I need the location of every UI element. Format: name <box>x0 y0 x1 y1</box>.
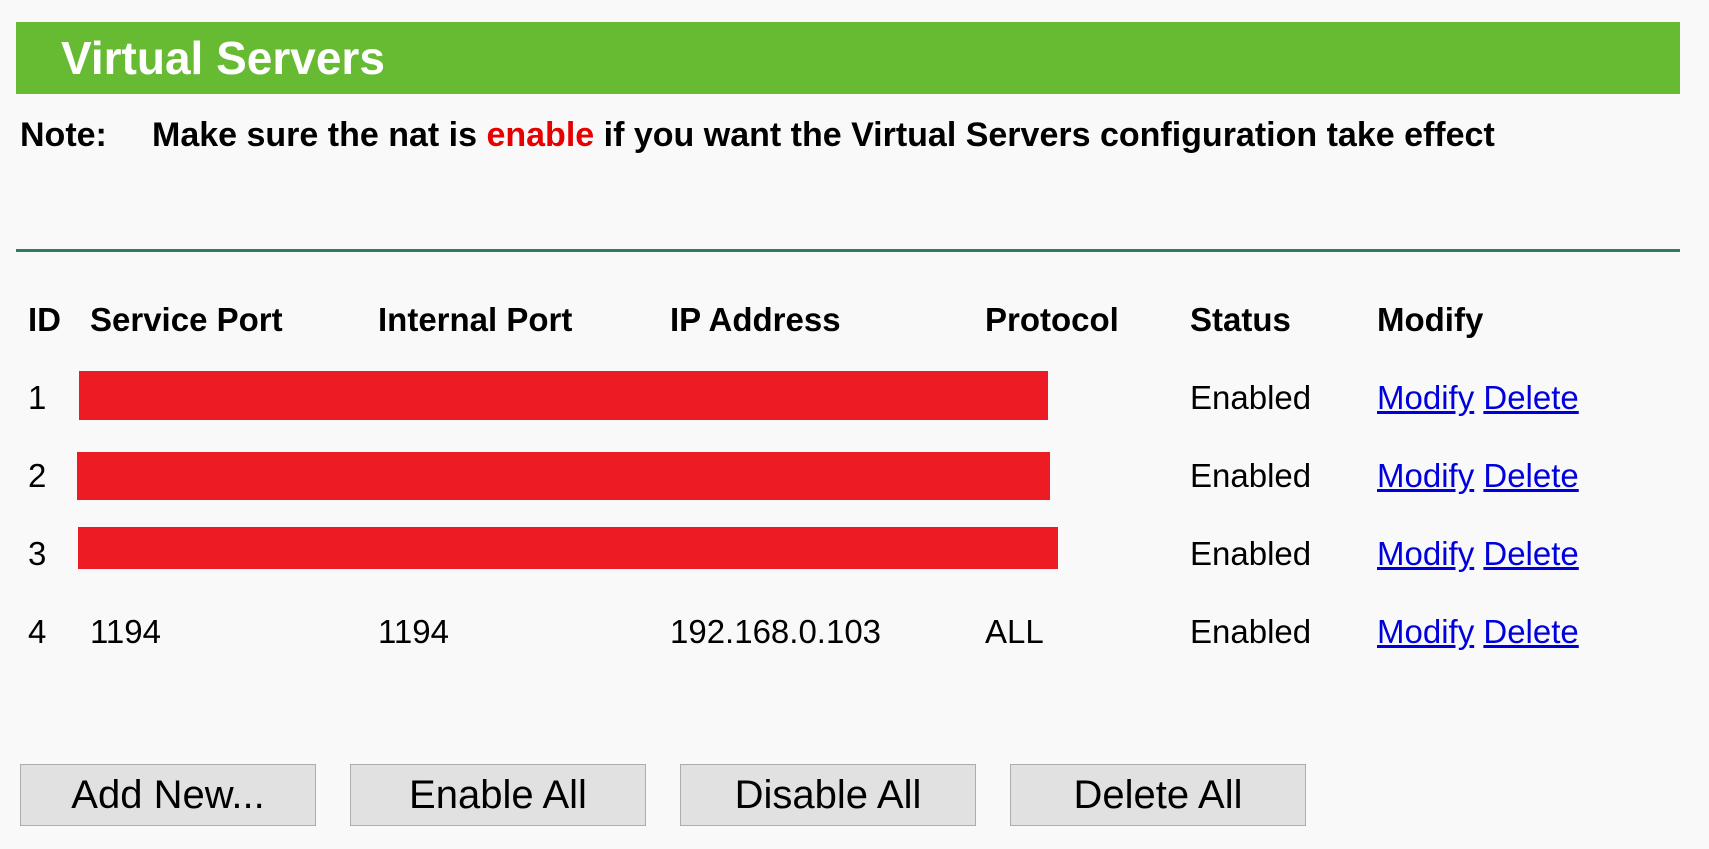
row-id: 1 <box>28 379 47 416</box>
disable-all-button[interactable]: Disable All <box>680 764 976 826</box>
row-ip-address: 192.168.0.103 <box>670 613 882 650</box>
delete-link[interactable]: Delete <box>1483 379 1578 416</box>
header-id: ID <box>28 301 61 338</box>
row-status: Enabled <box>1190 457 1312 494</box>
row-status: Enabled <box>1190 613 1312 650</box>
modify-link[interactable]: Modify <box>1377 379 1474 416</box>
row-actions: Modify Delete <box>1377 610 1579 654</box>
delete-link[interactable]: Delete <box>1483 457 1578 494</box>
header-modify: Modify <box>1377 301 1484 338</box>
row-actions: Modify Delete <box>1377 532 1579 576</box>
row-service-port: 1194 <box>90 613 161 650</box>
enable-all-button[interactable]: Enable All <box>350 764 646 826</box>
header-status: Status <box>1190 301 1291 338</box>
section-divider <box>16 249 1680 252</box>
row-actions: Modify Delete <box>1377 454 1579 498</box>
row-internal-port: 1194 <box>378 613 449 650</box>
title-bar: Virtual Servers <box>16 22 1680 94</box>
row-id: 2 <box>28 457 47 494</box>
note-label: Note: <box>20 116 107 154</box>
modify-link[interactable]: Modify <box>1377 457 1474 494</box>
header-ip-address: IP Address <box>670 301 841 338</box>
redaction-block <box>78 527 1058 569</box>
virtual-servers-page: Virtual Servers Note: Make sure the nat i… <box>0 0 1709 849</box>
add-new-button[interactable]: Add New... <box>20 764 316 826</box>
row-status: Enabled <box>1190 535 1312 572</box>
row-protocol: ALL <box>985 613 1044 650</box>
modify-link[interactable]: Modify <box>1377 535 1474 572</box>
redaction-block <box>77 452 1050 500</box>
delete-all-button[interactable]: Delete All <box>1010 764 1306 826</box>
page-title: Virtual Servers <box>61 32 385 84</box>
row-status: Enabled <box>1190 379 1312 416</box>
note-text-after: if you want the Virtual Servers configur… <box>594 116 1495 154</box>
header-internal-port: Internal Port <box>378 301 573 338</box>
note-highlight: enable <box>486 116 595 154</box>
modify-link[interactable]: Modify <box>1377 613 1474 650</box>
note-text-before: Make sure the nat is <box>152 116 487 154</box>
row-id: 4 <box>28 613 47 650</box>
header-service-port: Service Port <box>90 301 283 338</box>
row-actions: Modify Delete <box>1377 376 1579 420</box>
row-id: 3 <box>28 535 47 572</box>
header-protocol: Protocol <box>985 301 1119 338</box>
redaction-block <box>79 371 1048 420</box>
delete-link[interactable]: Delete <box>1483 535 1578 572</box>
nat-note: Note: Make sure the nat is enable if you … <box>20 112 1495 158</box>
delete-link[interactable]: Delete <box>1483 613 1578 650</box>
